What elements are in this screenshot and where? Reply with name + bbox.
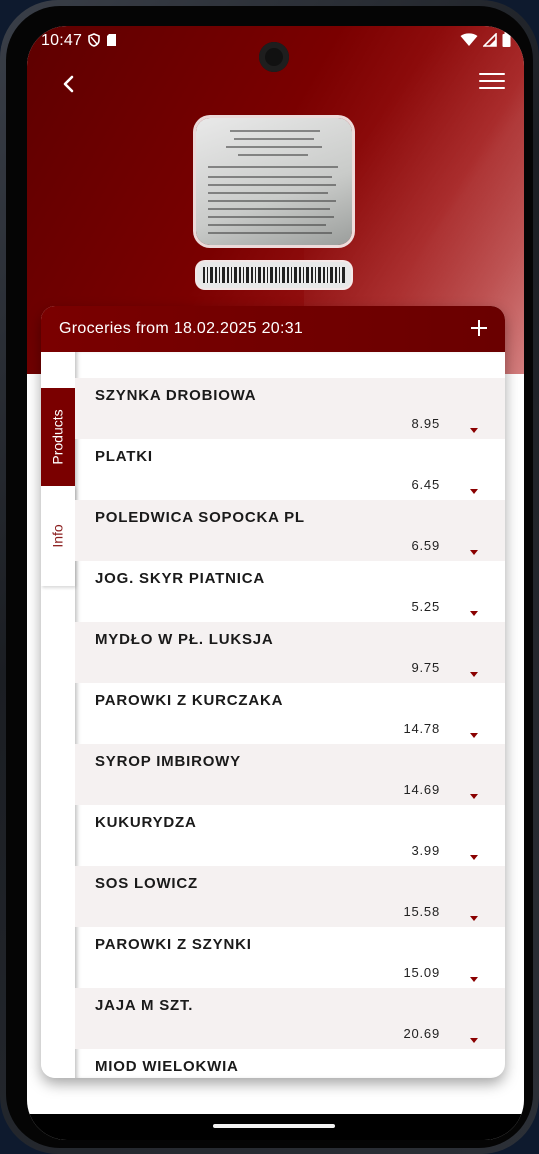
receipt-text-line — [208, 192, 328, 194]
item-name: JAJA M SZT. — [95, 997, 194, 1014]
list-item[interactable]: POLEDWICA SOPOCKA PL 6.59 — [75, 500, 505, 561]
sd-card-icon — [106, 33, 117, 50]
side-tabs: Products Info — [41, 352, 75, 1078]
barcode-bars — [203, 267, 345, 283]
receipt-card: Groceries from 18.02.2025 20:31 Products… — [41, 306, 505, 1078]
list-item[interactable]: MIOD WIELOKWIA — [75, 1049, 505, 1078]
expand-caret-icon[interactable] — [470, 428, 478, 433]
item-name: PAROWKI Z KURCZAKA — [95, 692, 284, 709]
item-name: SYROP IMBIROWY — [95, 753, 241, 770]
receipt-text-line — [208, 216, 334, 218]
item-price: 8.95 — [411, 416, 440, 431]
tab-products-label: Products — [50, 409, 66, 465]
item-price: 20.69 — [403, 1026, 440, 1041]
expand-caret-icon[interactable] — [470, 977, 478, 982]
list-item[interactable]: SYROP IMBIROWY 14.69 — [75, 744, 505, 805]
item-name: MIOD WIELOKWIA — [95, 1058, 239, 1075]
item-name: SZYNKA DROBIOWA — [95, 387, 257, 404]
item-price: 15.58 — [403, 904, 440, 919]
item-price: 6.45 — [411, 477, 440, 492]
signal-icon — [482, 31, 497, 50]
list-item[interactable]: JOG. SKYR PIATNICA 5.25 — [75, 561, 505, 622]
receipt-text-line — [208, 184, 336, 186]
back-arrow-icon[interactable] — [57, 72, 81, 96]
expand-caret-icon[interactable] — [470, 672, 478, 677]
barcode-thumbnail[interactable] — [197, 262, 351, 288]
list-item[interactable]: SZYNKA DROBIOWA 8.95 — [75, 378, 505, 439]
expand-caret-icon[interactable] — [470, 489, 478, 494]
receipt-text-line — [226, 146, 322, 148]
item-name: PLATKI — [95, 448, 153, 465]
receipt-text-line — [208, 232, 332, 234]
item-price: 14.78 — [403, 721, 440, 736]
phone-frame: 10:47 Groceries from 18.02.2025 20:31 Pr… — [0, 0, 539, 1154]
menu-line — [479, 80, 505, 82]
receipt-text-line — [208, 208, 330, 210]
expand-caret-icon[interactable] — [470, 794, 478, 799]
list-item[interactable]: JAJA M SZT. 20.69 — [75, 988, 505, 1049]
expand-caret-icon[interactable] — [470, 1038, 478, 1043]
item-name: MYDŁO W PŁ. LUKSJA — [95, 631, 274, 648]
item-price: 15.09 — [403, 965, 440, 980]
item-name: POLEDWICA SOPOCKA PL — [95, 509, 305, 526]
list-item[interactable]: PAROWKI Z KURCZAKA 14.78 — [75, 683, 505, 744]
receipt-text-line — [208, 166, 338, 168]
item-price: 6.59 — [411, 538, 440, 553]
expand-caret-icon[interactable] — [470, 550, 478, 555]
battery-icon — [502, 32, 511, 50]
wifi-icon — [460, 32, 478, 50]
hamburger-menu-icon[interactable] — [479, 70, 505, 92]
menu-line — [479, 87, 505, 89]
tab-info[interactable]: Info — [41, 486, 75, 586]
receipt-text-line — [238, 154, 308, 156]
receipt-text-line — [230, 130, 320, 132]
status-time: 10:47 — [41, 32, 83, 49]
item-price: 3.99 — [411, 843, 440, 858]
list-item[interactable]: KUKURYDZA 3.99 — [75, 805, 505, 866]
item-price: 9.75 — [411, 660, 440, 675]
receipt-photo-thumbnail[interactable] — [196, 118, 352, 245]
app-screen: 10:47 Groceries from 18.02.2025 20:31 Pr… — [27, 26, 524, 1140]
receipt-text-line — [208, 200, 336, 202]
phone-bezel: 10:47 Groceries from 18.02.2025 20:31 Pr… — [6, 6, 533, 1148]
list-item[interactable]: SOS LOWICZ 15.58 — [75, 866, 505, 927]
item-name: JOG. SKYR PIATNICA — [95, 570, 265, 587]
expand-caret-icon[interactable] — [470, 733, 478, 738]
item-name: KUKURYDZA — [95, 814, 197, 831]
card-header: Groceries from 18.02.2025 20:31 — [41, 306, 505, 352]
item-name: PAROWKI Z SZYNKI — [95, 936, 252, 953]
list-item[interactable]: PAROWKI Z SZYNKI 15.09 — [75, 927, 505, 988]
plus-icon[interactable] — [469, 318, 489, 338]
system-navigation-bar — [27, 1114, 524, 1140]
receipt-text-line — [208, 176, 332, 178]
item-name: SOS LOWICZ — [95, 875, 198, 892]
receipt-text-line — [208, 224, 326, 226]
tab-products[interactable]: Products — [41, 388, 75, 486]
expand-caret-icon[interactable] — [470, 855, 478, 860]
list-item[interactable]: PLATKI 6.45 — [75, 439, 505, 500]
list-item[interactable]: MYDŁO W PŁ. LUKSJA 9.75 — [75, 622, 505, 683]
item-price: 5.25 — [411, 599, 440, 614]
menu-line — [479, 73, 505, 75]
status-icons — [460, 31, 511, 50]
tab-info-label: Info — [49, 524, 66, 548]
product-list[interactable]: SZYNKA DROBIOWA 8.95 PLATKI 6.45 POLEDWI… — [75, 352, 505, 1078]
receipt-text-line — [234, 138, 314, 140]
card-title: Groceries from 18.02.2025 20:31 — [59, 320, 304, 337]
expand-caret-icon[interactable] — [470, 611, 478, 616]
expand-caret-icon[interactable] — [470, 916, 478, 921]
front-camera — [259, 42, 289, 72]
shield-status-icon — [88, 32, 100, 50]
item-price: 14.69 — [403, 782, 440, 797]
home-gesture-handle[interactable] — [213, 1124, 335, 1128]
